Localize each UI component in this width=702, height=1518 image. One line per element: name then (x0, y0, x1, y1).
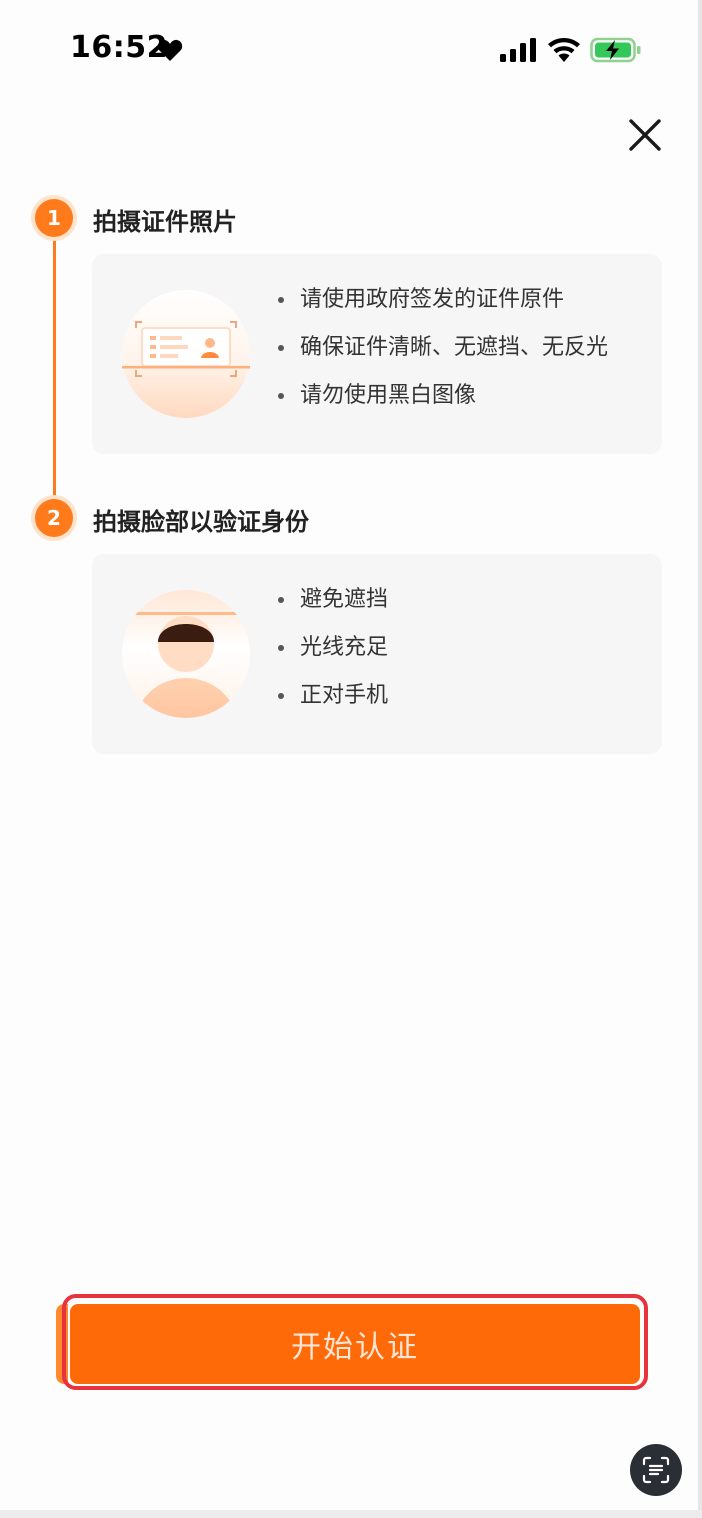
start-button-highlight (62, 1294, 648, 1390)
list-item: 避免遮挡 (274, 576, 388, 624)
step-1-number: 1 (35, 199, 73, 237)
timeline-line (53, 232, 56, 502)
wifi-icon (548, 38, 580, 62)
scan-text-icon (642, 1456, 670, 1484)
bottom-edge (0, 1510, 702, 1518)
right-edge (698, 0, 702, 1518)
id-card-illustration (122, 290, 250, 418)
scan-text-button[interactable] (630, 1444, 682, 1496)
list-item: 正对手机 (274, 672, 388, 720)
step-2-title: 拍摄脸部以验证身份 (93, 508, 309, 536)
step-1-tips: 请使用政府签发的证件原件 确保证件清晰、无遮挡、无反光 请勿使用黑白图像 (274, 276, 608, 420)
step-1-card: 请使用政府签发的证件原件 确保证件清晰、无遮挡、无反光 请勿使用黑白图像 (92, 254, 662, 454)
step-2-tips: 避免遮挡 光线充足 正对手机 (274, 576, 388, 720)
step-1-title: 拍摄证件照片 (93, 208, 237, 236)
cellular-signal-icon (500, 38, 536, 62)
list-item: 确保证件清晰、无遮挡、无反光 (274, 324, 608, 372)
status-bar: 16:52 (0, 0, 702, 100)
verification-screen: 16:52 1 拍摄证件照片 请使用政府签发的证件原件 确保证件清晰、无遮挡、无… (0, 0, 702, 1518)
close-icon[interactable] (626, 116, 664, 154)
heart-icon (157, 39, 183, 61)
face-illustration (122, 590, 250, 718)
status-time: 16:52 (70, 30, 168, 65)
list-item: 光线充足 (274, 624, 388, 672)
step-2-number: 2 (35, 499, 73, 537)
step-2-card: 避免遮挡 光线充足 正对手机 (92, 554, 662, 754)
battery-charging-icon (590, 37, 641, 63)
list-item: 请使用政府签发的证件原件 (274, 276, 608, 324)
list-item: 请勿使用黑白图像 (274, 372, 608, 420)
